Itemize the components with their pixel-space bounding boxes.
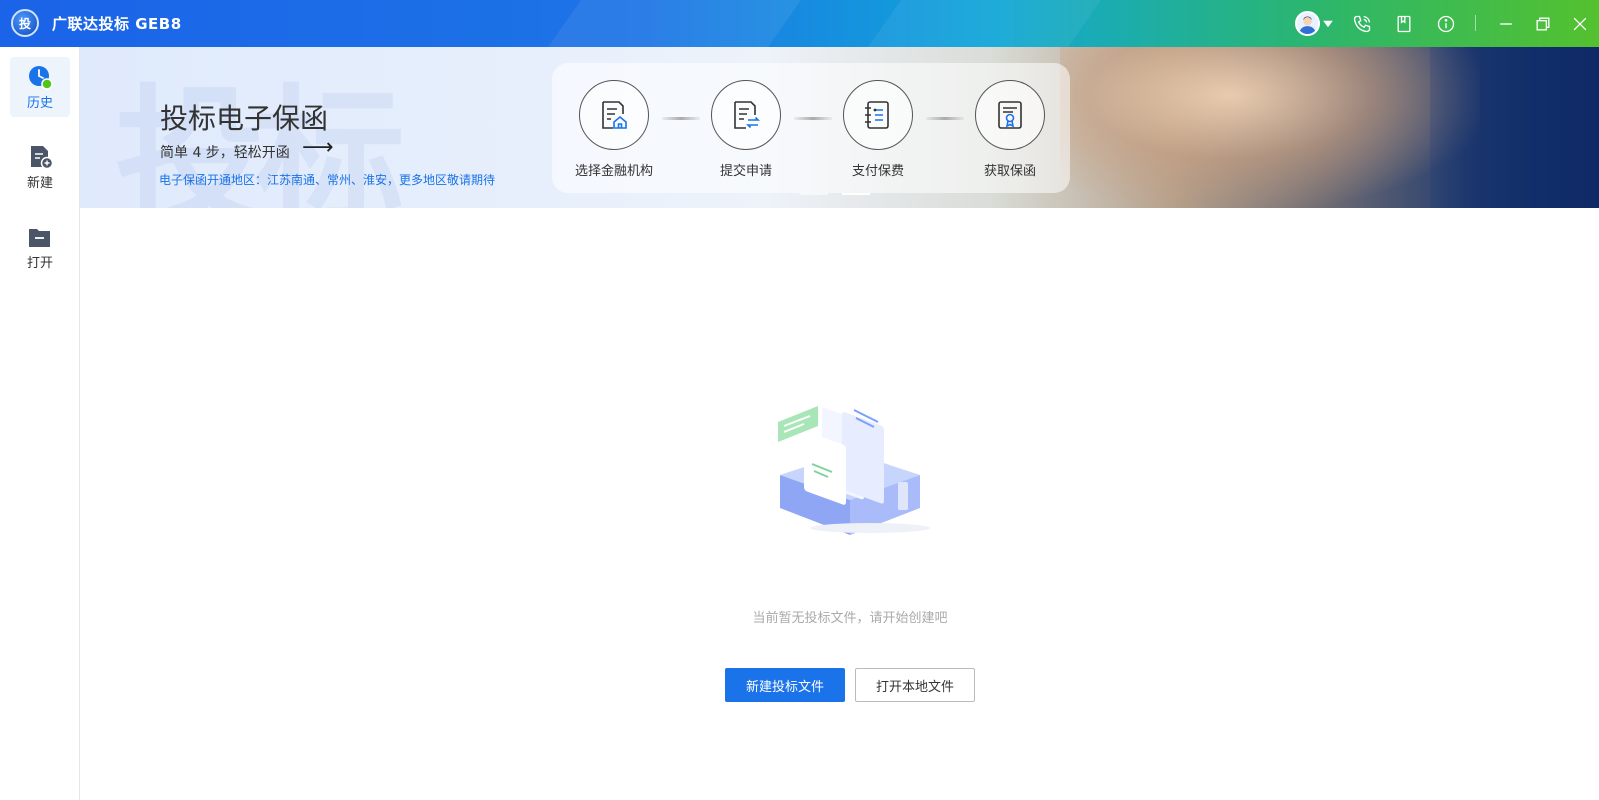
step-circle: [843, 80, 913, 150]
banner-photo-edge: [1430, 47, 1599, 208]
new-file-icon: [31, 145, 53, 169]
titlebar-decoration: [837, 0, 1123, 47]
step-label: 获取保函: [983, 164, 1036, 179]
step-select-institution[interactable]: 选择金融机构: [564, 80, 664, 179]
titlebar-separator: [1475, 15, 1476, 31]
avatar-icon[interactable]: [1295, 11, 1320, 36]
book-icon[interactable]: [1392, 12, 1416, 36]
sidebar: 历史 新建 打开: [0, 47, 80, 800]
clock-icon: [29, 65, 53, 90]
arrow-right-icon[interactable]: ⟶: [302, 135, 334, 160]
banner-carousel-indicator[interactable]: [800, 193, 880, 196]
sidebar-item-new[interactable]: 新建: [10, 137, 70, 197]
step-pay-premium[interactable]: 支付保费: [828, 80, 928, 179]
user-avatar-icon: [1298, 16, 1317, 34]
step-get-guarantee[interactable]: 获取保函: [960, 80, 1060, 179]
step-label: 选择金融机构: [574, 164, 653, 179]
info-icon[interactable]: [1434, 12, 1458, 36]
banner-photo: [1060, 47, 1480, 208]
sidebar-item-label: 历史: [26, 95, 53, 111]
minimize-icon[interactable]: [1494, 12, 1518, 36]
empty-state-message: 当前暂无投标文件，请开始创建吧: [752, 611, 948, 626]
carousel-dot-active[interactable]: [842, 193, 870, 195]
ledger-icon: [865, 101, 889, 129]
sidebar-item-label: 打开: [26, 255, 53, 271]
sidebar-item-open[interactable]: 打开: [10, 217, 70, 277]
close-icon[interactable]: [1568, 12, 1592, 36]
document-home-icon: [602, 101, 627, 129]
step-connector: [926, 117, 964, 120]
app-logo-icon: 投: [11, 9, 39, 37]
empty-files-illustration: [770, 400, 940, 550]
title-bar: 投 广联达投标 GEB8: [0, 0, 1599, 47]
restore-icon[interactable]: [1531, 12, 1555, 36]
sidebar-item-label: 新建: [26, 175, 53, 191]
step-submit-application[interactable]: 提交申请: [696, 80, 796, 179]
banner-title: 投标电子保函: [160, 102, 329, 135]
steps-panel: 选择金融机构 提交申请 支付保费 获取保函: [552, 63, 1070, 193]
step-label: 提交申请: [719, 164, 772, 179]
carousel-dot[interactable]: [800, 193, 828, 195]
promo-banner[interactable]: 投标 投标电子保函 简单 4 步，轻松开函 ⟶ 电子保函开通地区：江苏南通、常州…: [80, 47, 1599, 208]
phone-icon[interactable]: [1350, 12, 1374, 36]
step-circle: [579, 80, 649, 150]
step-label: 支付保费: [851, 164, 904, 179]
step-connector: [662, 117, 700, 120]
caret-down-icon[interactable]: [1320, 12, 1336, 36]
step-connector: [794, 117, 832, 120]
banner-note: 电子保函开通地区：江苏南通、常州、淮安，更多地区敬请期待: [159, 173, 496, 187]
open-local-file-button[interactable]: 打开本地文件: [855, 668, 975, 702]
sidebar-item-history[interactable]: 历史: [10, 57, 70, 117]
titlebar-decoration: [517, 0, 823, 47]
document-swap-icon: [734, 101, 760, 129]
banner-subtitle: 简单 4 步，轻松开函: [160, 145, 290, 161]
step-circle: [975, 80, 1045, 150]
folder-icon: [29, 228, 50, 247]
step-circle: [711, 80, 781, 150]
new-bid-file-button[interactable]: 新建投标文件: [725, 668, 845, 702]
app-title: 广联达投标 GEB8: [52, 15, 182, 33]
certificate-icon: [998, 101, 1022, 129]
